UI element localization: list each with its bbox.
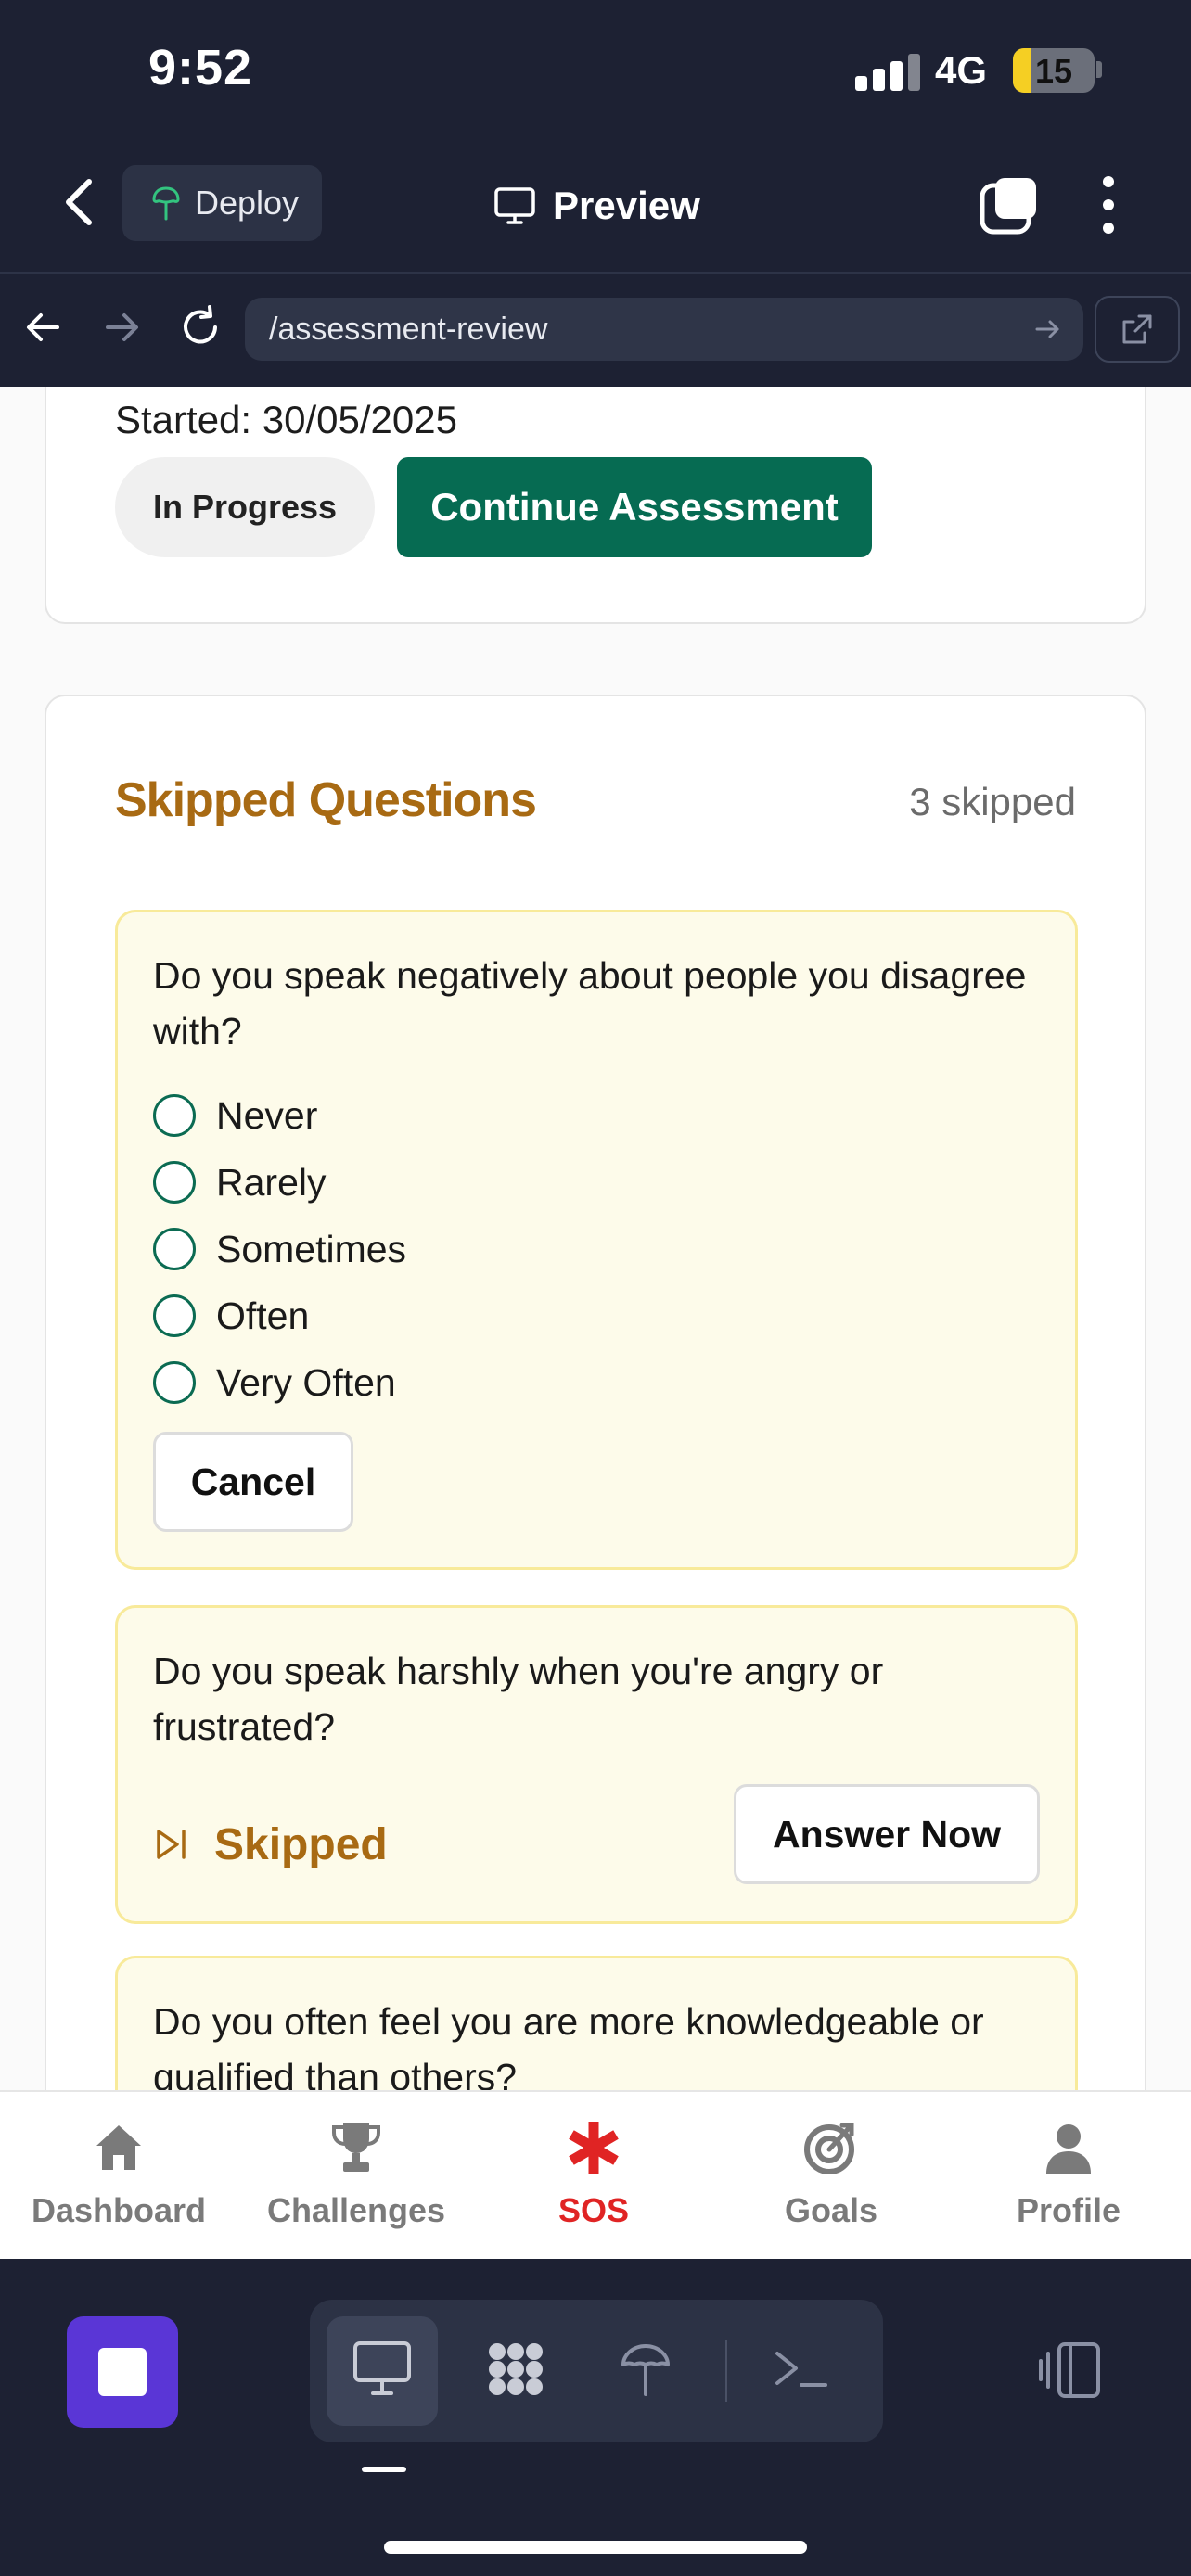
cancel-button[interactable]: Cancel [153,1432,353,1532]
tab-label: SOS [557,2191,630,2229]
dev-dock [0,2259,1191,2576]
tab-sos[interactable]: SOS [475,2118,712,2230]
question-text: Do you speak harshly when you're angry o… [153,1650,884,1748]
deploy-button[interactable]: Deploy [122,165,322,241]
skipped-label: Skipped [214,1819,388,1869]
battery-level: 15 [1034,52,1073,90]
question-text: Do you often feel you are more knowledge… [153,2000,984,2090]
url-text: /assessment-review [269,311,548,347]
tab-profile[interactable]: Profile [950,2118,1187,2230]
user-icon [1046,2124,1091,2174]
reload-icon[interactable] [176,303,224,351]
browser-back-icon[interactable] [20,303,69,351]
skipped-title: Skipped Questions [115,773,537,827]
asterisk-icon [569,2122,619,2174]
stop-icon [98,2348,147,2396]
home-indicator [384,2541,807,2554]
option-label: Sometimes [216,1227,407,1270]
skipped-questions-card: Skipped Questions 3 skipped Do you speak… [45,695,1146,2090]
app-toolbar: Deploy Preview [0,139,1191,274]
tab-label: Dashboard [31,2191,207,2229]
tab-label: Challenges [266,2191,446,2229]
question-card: Do you speak harshly when you're angry o… [115,1605,1078,1924]
deploy-label: Deploy [195,184,300,222]
monitor-icon [353,2341,411,2395]
option-never[interactable]: Never [153,1089,317,1142]
active-indicator [362,2467,406,2472]
deploy-view-button[interactable] [590,2316,701,2426]
more-vertical-icon[interactable] [1090,172,1127,237]
status-badge: In Progress [115,457,375,557]
apps-view-button[interactable] [460,2316,571,2426]
view-switcher [310,2300,883,2442]
radio-button[interactable] [153,1294,196,1337]
grid-icon [489,2343,543,2395]
external-link-icon [1122,314,1152,344]
monitor-icon [494,187,535,224]
signal-icon [855,54,920,91]
target-icon [804,2123,854,2174]
question-card: Do you often feel you are more knowledge… [115,1956,1078,2090]
answer-now-button[interactable]: Answer Now [734,1784,1040,1884]
back-chevron-icon[interactable] [58,176,102,228]
tabs-icon[interactable] [979,174,1040,236]
preview-view-button[interactable] [327,2316,438,2426]
terminal-icon [775,2352,827,2387]
radio-button[interactable] [153,1361,196,1404]
dock-divider [725,2340,727,2402]
skip-forward-icon [157,1830,186,1859]
deploy-icon [152,186,180,221]
tab-challenges[interactable]: Challenges [237,2118,475,2230]
radio-button[interactable] [153,1228,196,1270]
option-label: Rarely [216,1160,327,1204]
question-text: Do you speak negatively about people you… [153,954,1027,1052]
option-label: Never [216,1093,318,1137]
battery-icon: 15 [1013,48,1095,93]
tab-label: Profile [1016,2191,1121,2229]
open-external-button[interactable] [1095,296,1180,363]
battery-tip [1096,61,1102,78]
question-card: Do you speak negatively about people you… [115,910,1078,1570]
option-label: Very Often [216,1360,396,1404]
url-field[interactable]: /assessment-review [245,298,1083,361]
split-view-icon[interactable] [1037,2340,1102,2400]
stop-button[interactable] [67,2316,178,2428]
status-bar: 9:52 4G 15 [0,0,1191,139]
page-content: Started: 30/05/2025 In Progress Continue… [0,387,1191,2090]
started-date: Started: 30/05/2025 [115,398,457,441]
clock: 9:52 [148,40,253,96]
tab-goals[interactable]: Goals [712,2118,950,2230]
option-very-often[interactable]: Very Often [153,1356,396,1409]
bottom-tab-bar: Dashboard Challenges SOS Goals Profile [0,2090,1191,2259]
browser-bar: /assessment-review [0,275,1191,387]
tab-dashboard[interactable]: Dashboard [0,2118,237,2230]
preview-label: Preview [553,184,700,227]
browser-forward-icon[interactable] [96,303,145,351]
console-view-button[interactable] [746,2316,857,2426]
option-label: Often [216,1294,310,1337]
go-arrow-icon[interactable] [1033,314,1063,344]
network-type: 4G [935,48,988,92]
deploy-icon [621,2344,670,2396]
skipped-count: 3 skipped [909,780,1076,823]
trophy-icon [332,2123,380,2172]
home-icon [96,2125,141,2170]
option-often[interactable]: Often [153,1289,309,1343]
preview-title: Preview [493,178,700,234]
skipped-status: Skipped [153,1814,388,1875]
continue-assessment-button[interactable]: Continue Assessment [397,457,872,557]
option-rarely[interactable]: Rarely [153,1155,326,1209]
radio-button[interactable] [153,1094,196,1137]
tab-label: Goals [784,2191,878,2229]
radio-button[interactable] [153,1161,196,1204]
option-sometimes[interactable]: Sometimes [153,1222,406,1276]
assessment-card: Started: 30/05/2025 In Progress Continue… [45,387,1146,624]
